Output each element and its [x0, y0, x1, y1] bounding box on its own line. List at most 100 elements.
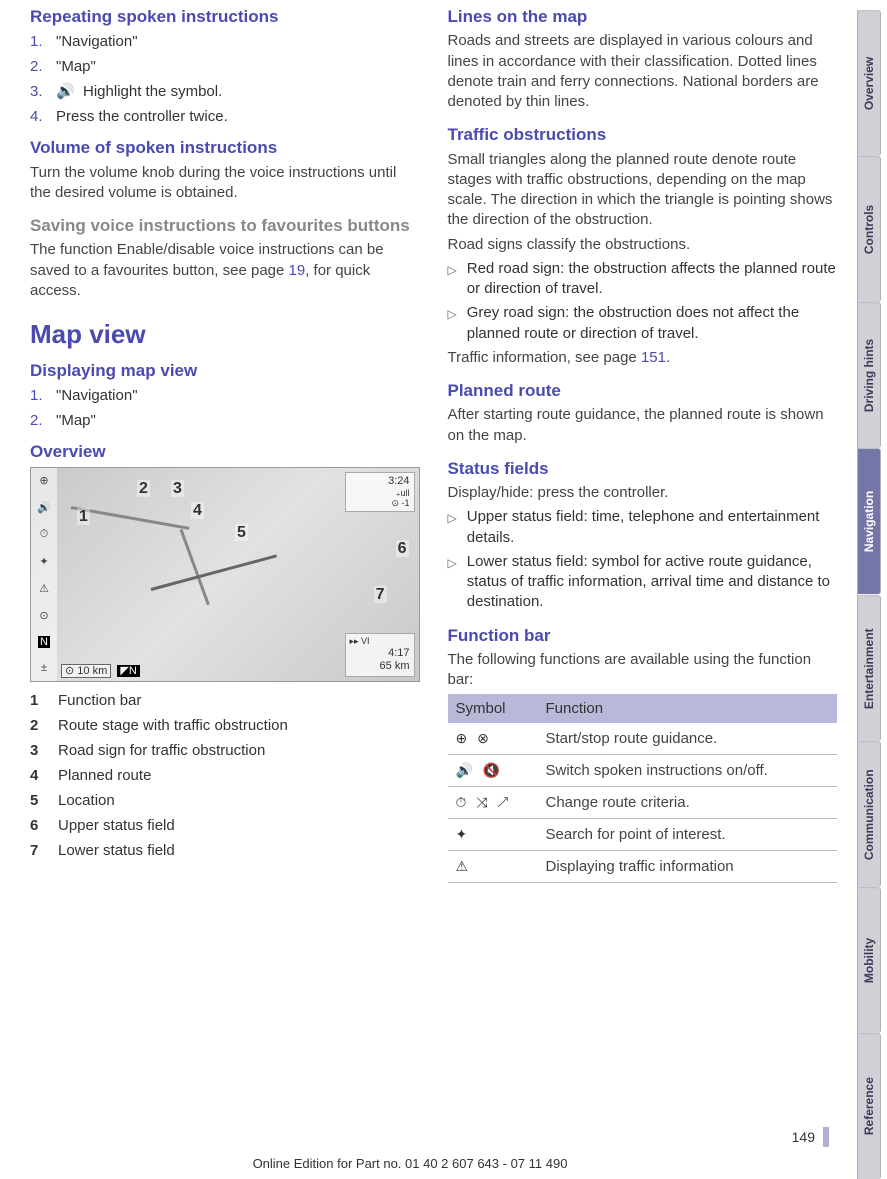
- callout-2: 2: [137, 480, 150, 498]
- poi-icon: ✦: [39, 555, 48, 568]
- map-screenshot: ⊕ 🔊 ⏱ ✦ ⚠ ⊙ N ± 1 2 3 4 5 6: [30, 467, 420, 682]
- step-text: "Navigation": [56, 385, 138, 406]
- page-link-151[interactable]: 151: [641, 349, 666, 366]
- speaker-icon: 🔊: [37, 501, 51, 514]
- function-cell: Search for point of interest.: [538, 819, 838, 851]
- step-num: 3.: [30, 81, 46, 102]
- north-icon: N: [38, 636, 50, 648]
- clock-icon: ⏱: [40, 528, 49, 541]
- map-scale: ⊙ 10 km ◤N: [61, 664, 140, 677]
- heading-mapview: Map view: [30, 319, 420, 350]
- heading-funcbar: Function bar: [448, 625, 838, 646]
- callout-6: 6: [396, 540, 409, 558]
- symbol-cell: ✦: [448, 819, 538, 851]
- tab-driving-hints[interactable]: Driving hints: [857, 302, 881, 448]
- heading-traffic: Traffic obstructions: [448, 124, 838, 145]
- lower-status-box: ▸▸ VI 4:17 65 km: [345, 633, 415, 676]
- heading-planned: Planned route: [448, 380, 838, 401]
- para-status-1: Display/hide: press the controller.: [448, 483, 838, 503]
- tab-communication[interactable]: Communication: [857, 741, 881, 887]
- triangle-bullet-icon: ▷: [448, 306, 457, 344]
- section-tabs: Overview Controls Driving hints Navigati…: [857, 0, 887, 1179]
- map-legend: 1 Function bar 2 Route stage with traffic …: [30, 690, 420, 861]
- symbol-cell: ⏱ ⤨ ↗: [448, 787, 538, 819]
- heading-status: Status fields: [448, 458, 838, 479]
- para-traffic-3: Traffic information, see page 151.: [448, 348, 838, 368]
- triangle-bullet-icon: ▷: [448, 262, 457, 300]
- list-item: Grey road sign: the obstruction does not…: [467, 303, 837, 344]
- symbol-cell: 🔊 🔇: [448, 755, 538, 787]
- symbol-cell: ⚠: [448, 851, 538, 883]
- traffic-list: ▷ Red road sign: the obstruction affects …: [448, 259, 838, 344]
- legend-text: Lower status field: [58, 840, 175, 861]
- legend-text: Location: [58, 790, 115, 811]
- legend-text: Function bar: [58, 690, 141, 711]
- legend-num: 1: [30, 690, 44, 711]
- legend-num: 2: [30, 715, 44, 736]
- callout-4: 4: [191, 502, 204, 520]
- display-steps: 1. "Navigation" 2. "Map": [30, 385, 420, 431]
- page-link-19[interactable]: 19: [289, 262, 306, 279]
- table-row: ⊕ ⊗ Start/stop route guidance.: [448, 723, 838, 755]
- callout-1: 1: [77, 508, 90, 526]
- callout-5: 5: [235, 524, 248, 542]
- tab-reference[interactable]: Reference: [857, 1033, 881, 1179]
- para-lines: Roads and streets are displayed in vario…: [448, 31, 838, 112]
- legend-num: 6: [30, 815, 44, 836]
- callout-3: 3: [171, 480, 184, 498]
- legend-num: 4: [30, 765, 44, 786]
- function-cell: Start/stop route guidance.: [538, 723, 838, 755]
- callout-7: 7: [374, 586, 387, 604]
- table-row: ⚠ Displaying traffic information: [448, 851, 838, 883]
- legend-text: Route stage with traffic obstruction: [58, 715, 288, 736]
- upper-status-box: 3:24 ₊ull ⊙ -1: [345, 472, 415, 513]
- list-item: Red road sign: the obstruction affects t…: [467, 259, 837, 300]
- step-text: 🔊 Highlight the symbol.: [56, 81, 222, 102]
- legend-text: Planned route: [58, 765, 151, 786]
- step-text: Press the controller twice.: [56, 106, 228, 127]
- map-function-bar: ⊕ 🔊 ⏱ ✦ ⚠ ⊙ N ±: [31, 468, 57, 681]
- step-num: 2.: [30, 410, 46, 431]
- zoom-icon: ±: [41, 662, 47, 674]
- para-traffic-2: Road signs classify the obstructions.: [448, 235, 838, 255]
- para-volume: Turn the volume knob during the voice in…: [30, 163, 420, 204]
- target-icon: ⊙: [39, 609, 48, 622]
- function-cell: Displaying traffic information: [538, 851, 838, 883]
- step-num: 2.: [30, 56, 46, 77]
- table-row: ⏱ ⤨ ↗ Change route criteria.: [448, 787, 838, 819]
- step-text: "Map": [56, 56, 96, 77]
- legend-num: 7: [30, 840, 44, 861]
- table-row: ✦ Search for point of interest.: [448, 819, 838, 851]
- para-saving: The function Enable/disable voice instru…: [30, 240, 420, 301]
- triangle-bullet-icon: ▷: [448, 510, 457, 548]
- legend-num: 3: [30, 740, 44, 761]
- heading-overview: Overview: [30, 441, 420, 462]
- page-number: 149: [792, 1129, 815, 1145]
- tab-mobility[interactable]: Mobility: [857, 887, 881, 1033]
- legend-text: Road sign for traffic obstruction: [58, 740, 265, 761]
- warning-icon: ⚠: [39, 582, 49, 595]
- step-text: "Navigation": [56, 31, 138, 52]
- table-header-function: Function: [538, 694, 838, 723]
- heading-saving: Saving voice instructions to favourites …: [30, 215, 420, 236]
- heading-lines: Lines on the map: [448, 6, 838, 27]
- legend-num: 5: [30, 790, 44, 811]
- step-num: 1.: [30, 31, 46, 52]
- list-item: Upper status field: time, telephone and …: [467, 507, 837, 548]
- table-header-symbol: Symbol: [448, 694, 538, 723]
- step-text: "Map": [56, 410, 96, 431]
- speaker-icon: 🔊: [56, 83, 83, 100]
- triangle-bullet-icon: ▷: [448, 555, 457, 613]
- tab-entertainment[interactable]: Entertainment: [857, 595, 881, 741]
- heading-volume: Volume of spoken instructions: [30, 137, 420, 158]
- para-planned: After starting route guidance, the plann…: [448, 405, 838, 446]
- function-table: Symbol Function ⊕ ⊗ Start/stop route gui…: [448, 694, 838, 883]
- function-cell: Switch spoken instructions on/off.: [538, 755, 838, 787]
- step-num: 1.: [30, 385, 46, 406]
- footer-line: Online Edition for Part no. 01 40 2 607 …: [0, 1156, 820, 1171]
- tab-overview[interactable]: Overview: [857, 10, 881, 156]
- tab-navigation[interactable]: Navigation: [857, 448, 881, 594]
- repeat-steps: 1. "Navigation" 2. "Map" 3. 🔊 Highlight the…: [30, 31, 420, 127]
- tab-controls[interactable]: Controls: [857, 156, 881, 302]
- symbol-cell: ⊕ ⊗: [448, 723, 538, 755]
